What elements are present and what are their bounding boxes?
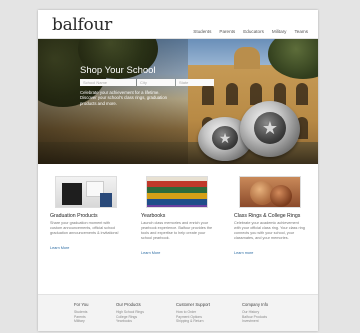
footer-column: Customer Support How to Order Payment Op… [176, 302, 210, 324]
state-input[interactable] [176, 79, 214, 86]
product-title[interactable]: Yearbooks [141, 213, 213, 219]
star-icon: ★ [218, 130, 232, 146]
footer-link[interactable]: High School Rings [116, 310, 144, 315]
footer-heading: Company Info [242, 302, 269, 307]
learn-more-link[interactable]: Learn More [141, 251, 160, 255]
nav-military[interactable]: Military [272, 29, 287, 34]
product-section: Graduation Products Share your graduatio… [38, 164, 318, 284]
product-class-rings: Class Rings & College Rings Celebrate yo… [234, 176, 306, 259]
footer-heading: For You [74, 302, 89, 307]
star-icon: ★ [261, 118, 279, 138]
site-footer: For You Students Parents Military Our Pr… [38, 294, 318, 331]
class-rings-image[interactable] [239, 176, 301, 208]
product-title[interactable]: Class Rings & College Rings [234, 213, 306, 219]
city-input[interactable] [137, 79, 175, 86]
footer-link[interactable]: Shipping & Return [176, 319, 210, 324]
graduation-products-image[interactable] [55, 176, 117, 208]
hero-banner: Shop Your School Celebrate your achievem… [38, 39, 318, 164]
hero-title: Shop Your School [80, 65, 156, 76]
hero-description: Celebrate your achievement for a lifetim… [80, 90, 168, 106]
page: balfour Students Parents Educators Milit… [38, 10, 318, 331]
product-title[interactable]: Graduation Products [50, 213, 122, 219]
footer-column: Company Info Our History Balfour Product… [242, 302, 268, 324]
footer-heading: Customer Support [176, 302, 210, 307]
nav-students[interactable]: Students [193, 29, 211, 34]
class-ring-image: ★ [240, 101, 300, 157]
nav-educators[interactable]: Educators [243, 29, 264, 34]
hero-tower-image [234, 47, 260, 69]
school-name-input[interactable] [80, 79, 136, 86]
footer-column: For You Students Parents Military [74, 302, 88, 324]
footer-column: Our Products High School Rings College R… [116, 302, 144, 324]
footer-heading: Our Products [116, 302, 141, 307]
footer-link[interactable]: Yearbooks [116, 319, 144, 324]
product-yearbooks: Yearbooks Launch class memories and enri… [141, 176, 213, 259]
school-search [80, 79, 214, 86]
main-nav: Students Parents Educators Military Team… [193, 29, 308, 34]
product-description: Celebrate your academic achievement with… [234, 221, 305, 240]
yearbooks-image[interactable] [146, 176, 208, 208]
product-description: Share your graduation moment with custom… [50, 221, 119, 235]
product-description: Launch class memories and enrich your ye… [141, 221, 213, 240]
site-header: balfour Students Parents Educators Milit… [38, 10, 318, 39]
nav-parents[interactable]: Parents [219, 29, 235, 34]
product-graduation: Graduation Products Share your graduatio… [50, 176, 122, 254]
footer-link[interactable]: Investment [242, 319, 268, 324]
balfour-logo[interactable]: balfour [52, 15, 112, 35]
learn-more-link[interactable]: Learn more [234, 251, 253, 255]
nav-teams[interactable]: Teams [294, 29, 308, 34]
footer-link[interactable]: Students [74, 310, 88, 315]
learn-more-link[interactable]: Learn More [50, 246, 69, 250]
footer-link[interactable]: Military [74, 319, 88, 324]
